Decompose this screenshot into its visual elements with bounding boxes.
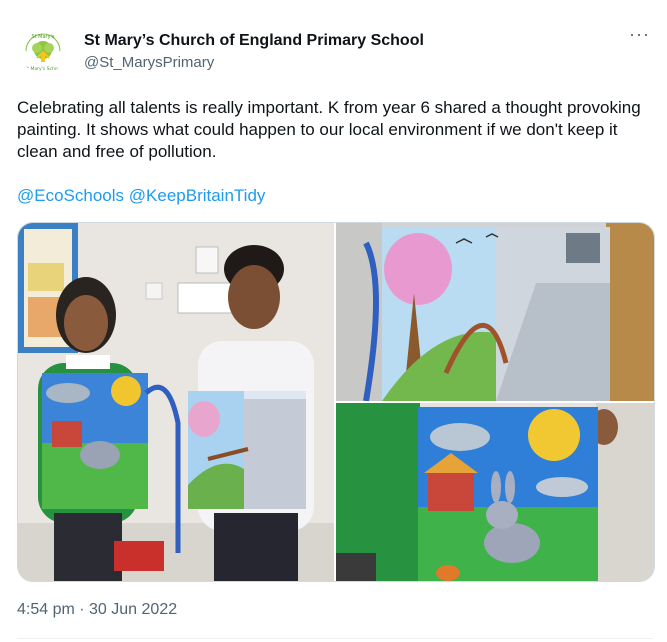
author-name[interactable]: St Mary’s Church of England Primary Scho… xyxy=(84,32,424,50)
photo-rabbit-painting-closeup[interactable] xyxy=(336,403,654,581)
svg-text:St Mary's: St Mary's xyxy=(31,34,54,40)
media-grid xyxy=(17,222,655,582)
author-handle[interactable]: @St_MarysPrimary xyxy=(84,54,214,71)
school-logo-avatar[interactable]: St Mary's St Mary's School xyxy=(20,28,66,74)
mention-keepbritaintidy[interactable]: @KeepBritainTidy xyxy=(129,186,266,205)
mentions-line: @EcoSchools @KeepBritainTidy xyxy=(17,186,265,206)
photo-children-with-paintings[interactable] xyxy=(18,223,334,581)
divider xyxy=(17,638,653,639)
tweet-timestamp[interactable]: 4:54 pm · 30 Jun 2022 xyxy=(17,601,177,619)
more-options-button[interactable]: ··· xyxy=(629,24,650,45)
svg-text:St Mary's School: St Mary's School xyxy=(24,66,61,72)
mention-ecoschools[interactable]: @EcoSchools xyxy=(17,186,124,205)
tweet-header: St Mary's St Mary's School St Mary’s Chu… xyxy=(20,24,650,78)
photo-pollution-painting-closeup[interactable] xyxy=(336,223,654,401)
tweet-text: Celebrating all talents is really import… xyxy=(17,98,641,161)
